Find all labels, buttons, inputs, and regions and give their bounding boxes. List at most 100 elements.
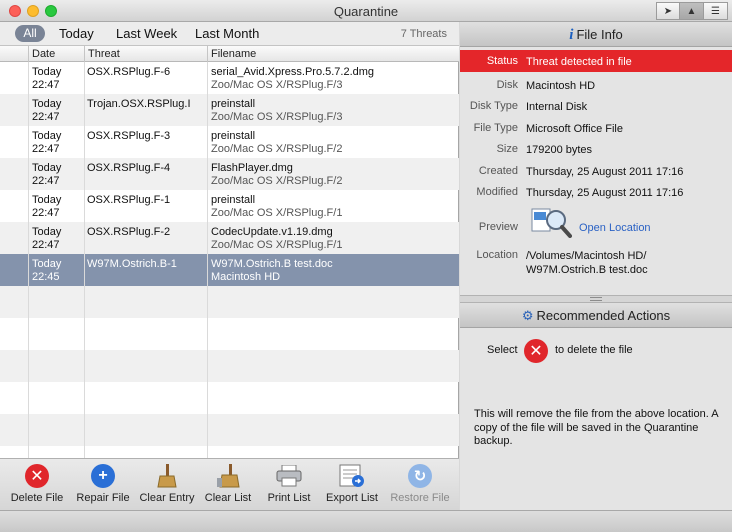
location-label: Location (476, 249, 518, 261)
table-row[interactable]: Today 22:47 OSX.RSPlug.F-1 preinstall Zoo/… (0, 190, 459, 222)
broom-stack-icon (214, 463, 242, 489)
disk-label: Disk (496, 79, 518, 91)
row-time: 22:47 (32, 143, 60, 155)
row-threat: Trojan.OSX.RSPlug.I (87, 98, 191, 110)
empty-row (0, 350, 459, 382)
restore-file-button[interactable]: ↻ Restore File (388, 463, 452, 504)
table-row[interactable]: Today 22:47 Trojan.OSX.RSPlug.I preinstal… (0, 94, 459, 126)
column-header-threat[interactable]: Threat (85, 47, 120, 61)
clear-entry-button[interactable]: Clear Entry (137, 463, 197, 504)
recommended-actions-header: ⚙ Recommended Actions (460, 303, 732, 328)
file-type-value: Microsoft Office File (526, 123, 623, 135)
file-info-title: File Info (576, 27, 623, 42)
filter-last-month[interactable]: Last Month (195, 26, 259, 41)
table-row[interactable]: Today 22:47 OSX.RSPlug.F-4 FlashPlayer.dm… (0, 158, 459, 190)
row-time: 22:47 (32, 175, 60, 187)
status-row: Status Threat detected in file (460, 50, 732, 72)
table-row[interactable]: Today 22:47 OSX.RSPlug.F-2 CodecUpdate.v1… (0, 222, 459, 254)
size-label: Size (496, 143, 518, 155)
split-divider[interactable] (460, 295, 732, 303)
gears-icon: ⚙ (521, 308, 534, 323)
row-path: Macintosh HD (211, 271, 281, 283)
repair-file-button[interactable]: + Repair File (73, 463, 133, 504)
open-location-link[interactable]: Open Location (579, 221, 732, 235)
row-date: Today (32, 98, 62, 110)
threat-count: 7 Threats (400, 28, 447, 40)
status-label: Status (486, 55, 518, 67)
clear-entry-label: Clear Entry (139, 492, 195, 504)
warning-triangle-icon[interactable]: ▲ (680, 2, 704, 20)
row-threat: OSX.RSPlug.F-2 (87, 226, 171, 238)
row-time: 22:47 (32, 239, 60, 251)
action-note: This will remove the file from the above… (474, 408, 718, 447)
printer-icon (275, 463, 303, 489)
row-time: 22:47 (32, 111, 60, 123)
list-icon[interactable]: ☰ (704, 2, 728, 20)
column-header-filename[interactable]: Filename (208, 47, 256, 61)
preview-magnifier-icon[interactable] (530, 206, 572, 241)
disk-value: Macintosh HD (526, 80, 596, 92)
disk-type-value: Internal Disk (526, 101, 588, 113)
empty-row (0, 286, 459, 318)
empty-row (0, 446, 459, 458)
table-row[interactable]: Today 22:47 OSX.RSPlug.F-6 serial_Avid.Xp… (0, 62, 459, 94)
clear-list-button[interactable]: Clear List (200, 463, 256, 504)
empty-row (0, 318, 459, 350)
row-date: Today (32, 66, 62, 78)
filter-all[interactable]: All (15, 25, 45, 42)
row-date: Today (32, 258, 62, 270)
repair-file-label: Repair File (76, 492, 130, 504)
row-filename: W97M.Ostrich.B test.doc (211, 258, 333, 270)
row-path: Zoo/Mac OS X/RSPlug.F/3 (211, 111, 343, 123)
row-threat: OSX.RSPlug.F-1 (87, 194, 171, 206)
column-divider (84, 62, 85, 458)
modified-label: Modified (476, 186, 518, 198)
row-path: Zoo/Mac OS X/RSPlug.F/1 (211, 207, 343, 219)
location-value: /Volumes/Macintosh HD/ W97M.Ostrich.B te… (526, 249, 726, 277)
row-path: Zoo/Mac OS X/RSPlug.F/2 (211, 175, 343, 187)
select-suffix-text: to delete the file (555, 344, 633, 356)
column-header-date[interactable]: Date (29, 47, 55, 61)
divider-grip[interactable] (590, 297, 602, 301)
filter-bar: All Today Last Week Last Month 7 Threats (0, 22, 459, 46)
status-value: Threat detected in file (526, 56, 632, 68)
table-row-selected[interactable]: Today 22:45 W97M.Ostrich.B-1 W97M.Ostrich… (0, 254, 459, 286)
created-value: Thursday, 25 August 2011 17:16 (526, 166, 684, 178)
row-threat: OSX.RSPlug.F-6 (87, 66, 171, 78)
details-pane: i File Info Status Threat detected in fil… (460, 22, 732, 510)
select-prefix-text: Select (487, 344, 518, 356)
row-date: Today (32, 194, 62, 206)
quarantine-list-pane: All Today Last Week Last Month 7 Threats… (0, 22, 459, 510)
filter-last-week[interactable]: Last Week (116, 26, 177, 41)
empty-row (0, 414, 459, 446)
row-path: Zoo/Mac OS X/RSPlug.F/1 (211, 239, 343, 251)
window-title: Quarantine (333, 4, 399, 19)
row-filename: CodecUpdate.v1.19.dmg (211, 226, 333, 238)
row-threat: OSX.RSPlug.F-4 (87, 162, 171, 174)
row-filename: preinstall (211, 98, 256, 110)
print-list-button[interactable]: Print List (262, 463, 316, 504)
row-path: Zoo/Mac OS X/RSPlug.F/3 (211, 79, 343, 91)
location-line-1: /Volumes/Macintosh HD/ (526, 250, 647, 262)
print-list-label: Print List (267, 492, 311, 504)
delete-action-icon[interactable]: ✕ (524, 339, 548, 363)
row-time: 22:45 (32, 271, 60, 283)
window-bottom-bar (0, 510, 732, 532)
row-time: 22:47 (32, 79, 60, 91)
table-row[interactable]: Today 22:47 OSX.RSPlug.F-3 preinstall Zoo/… (0, 126, 459, 158)
disk-type-label: Disk Type (469, 100, 518, 112)
filter-today[interactable]: Today (59, 26, 94, 41)
export-list-button[interactable]: Export List (321, 463, 383, 504)
modified-value: Thursday, 25 August 2011 17:16 (526, 187, 684, 199)
row-date: Today (32, 226, 62, 238)
row-time: 22:47 (32, 207, 60, 219)
delete-file-button[interactable]: ✕ Delete File (8, 463, 66, 504)
created-label: Created (478, 165, 518, 177)
row-date: Today (32, 130, 62, 142)
row-filename: preinstall (211, 194, 256, 206)
arrow-right-icon[interactable]: ➤ (656, 2, 680, 20)
row-date: Today (32, 162, 62, 174)
restore-file-label: Restore File (390, 492, 450, 504)
repair-plus-icon: + (91, 464, 115, 488)
empty-row (0, 382, 459, 414)
